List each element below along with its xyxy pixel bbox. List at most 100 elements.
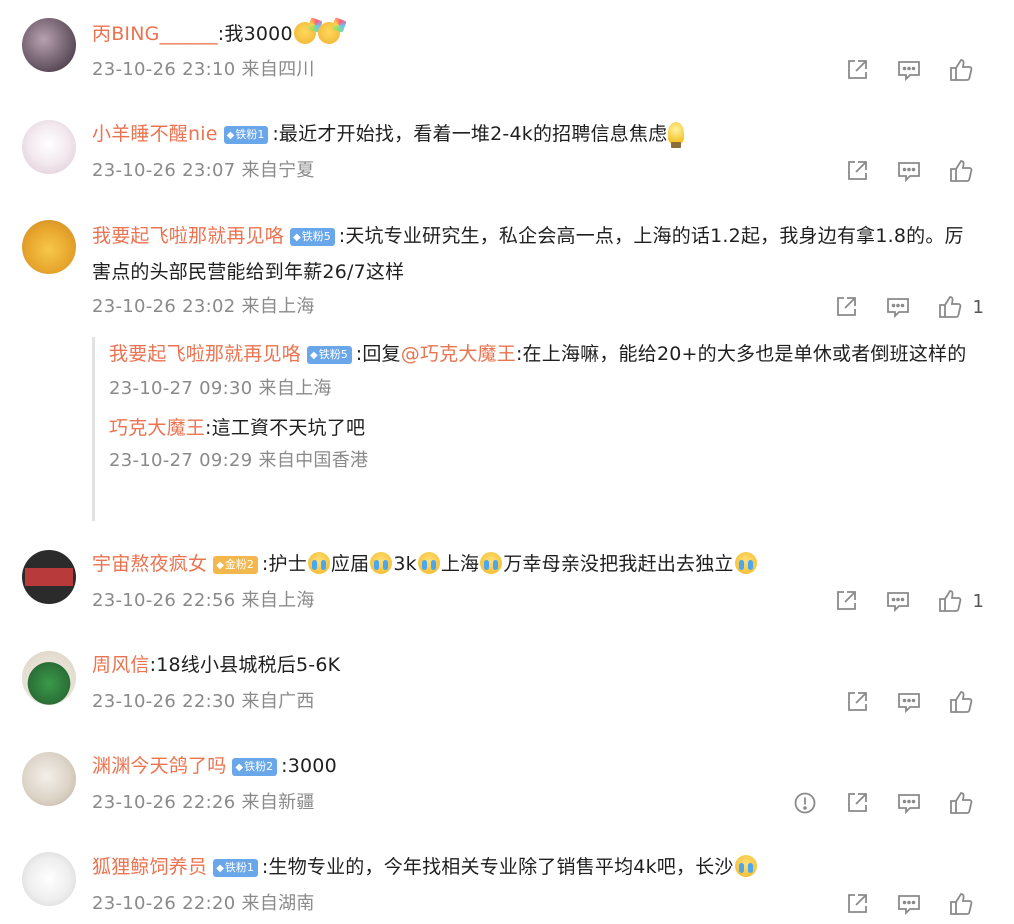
fan-badge[interactable]: ◆金粉2 xyxy=(213,556,258,574)
comment-button[interactable] xyxy=(896,689,922,715)
username[interactable]: 小羊睡不醒nie xyxy=(92,123,218,145)
timestamp: 23-10-26 22:56 xyxy=(92,590,236,611)
avatar[interactable] xyxy=(22,852,76,906)
like-button[interactable] xyxy=(948,689,984,715)
reply-text: 我要起飞啦那就再见咯 ◆铁粉5:回复@巧克大魔王:在上海嘛，能给20+的大多也是单… xyxy=(109,337,980,371)
like-count: 1 xyxy=(972,296,984,318)
reply-body: :這工資不天坑了吧 xyxy=(205,417,366,439)
comment-icon xyxy=(898,794,920,815)
avatar[interactable] xyxy=(22,651,76,705)
comment-meta: 23-10-26 22:30 来自广西 xyxy=(92,690,315,714)
username[interactable]: 渊渊今天鸽了吗 xyxy=(92,755,226,777)
avatar[interactable] xyxy=(22,220,76,274)
like-icon xyxy=(938,590,961,612)
timestamp: 23-10-26 22:20 xyxy=(92,893,236,914)
mention-link[interactable]: @巧克大魔王 xyxy=(401,343,516,365)
location: 来自宁夏 xyxy=(241,160,315,181)
comment-button[interactable] xyxy=(896,891,922,917)
comment-text: 宇宙熬夜疯女 ◆金粉2:护士 应届 3k 上海 万幸母亲没把我赶出去独立 xyxy=(92,546,980,582)
comment-meta: 23-10-26 23:07 来自宁夏 xyxy=(92,159,315,183)
like-button[interactable]: 1 xyxy=(937,294,984,320)
crying-emoji-icon xyxy=(734,552,757,574)
timestamp: 23-10-26 23:02 xyxy=(92,296,236,317)
username[interactable]: 宇宙熬夜疯女 xyxy=(92,553,207,575)
fan-badge[interactable]: ◆铁粉5 xyxy=(307,346,352,364)
like-icon xyxy=(950,792,973,814)
lightbulb-emoji-icon xyxy=(668,122,685,148)
comment-text: 小羊睡不醒nie ◆铁粉1:最近才开始找，看着一堆2-4k的招聘信息焦虑 xyxy=(92,116,980,152)
username[interactable]: 丙BING______ xyxy=(92,23,218,45)
like-icon xyxy=(950,691,973,713)
share-icon xyxy=(848,692,867,711)
location: 来自四川 xyxy=(241,59,315,80)
timestamp: 23-10-26 22:26 xyxy=(92,792,236,813)
like-button[interactable] xyxy=(948,158,984,184)
report-button[interactable] xyxy=(792,790,818,816)
comment-button[interactable] xyxy=(885,588,911,614)
timestamp: 23-10-26 23:07 xyxy=(92,160,236,181)
username[interactable]: 巧克大魔王 xyxy=(109,417,205,439)
share-button[interactable] xyxy=(844,57,870,83)
username[interactable]: 狐狸鲸饲养员 xyxy=(92,856,207,878)
share-icon xyxy=(848,161,867,180)
comment-text: 周风信:18线小县城税后5-6K xyxy=(92,647,980,683)
comment-button[interactable] xyxy=(896,57,922,83)
comment-icon xyxy=(898,693,920,714)
share-icon xyxy=(848,894,867,913)
username[interactable]: 周风信 xyxy=(92,654,150,676)
avatar[interactable] xyxy=(22,550,76,604)
share-button[interactable] xyxy=(844,158,870,184)
comment-button[interactable] xyxy=(896,158,922,184)
reply-thread: 我要起飞啦那就再见咯 ◆铁粉5:回复@巧克大魔王:在上海嘛，能给20+的大多也是单… xyxy=(92,337,980,521)
comment-list: 丙BING______:我3000 23-10-26 23:10 来自四川 小羊… xyxy=(0,0,1014,924)
share-button[interactable] xyxy=(833,294,859,320)
avatar[interactable] xyxy=(22,120,76,174)
comment-body: :3000 xyxy=(281,755,337,777)
comment-body: :18线小县城税后5-6K xyxy=(149,654,341,676)
comment-meta: 23-10-26 22:56 来自上海 xyxy=(92,589,315,613)
comment-icon xyxy=(886,592,909,613)
share-button[interactable] xyxy=(833,588,859,614)
like-button[interactable] xyxy=(948,891,984,917)
username[interactable]: 我要起飞啦那就再见咯 xyxy=(109,343,301,365)
like-count: 1 xyxy=(972,590,984,612)
timestamp: 23-10-27 09:29 xyxy=(109,450,253,471)
comment-text: 狐狸鲸饲养员 ◆铁粉1:生物专业的，今年找相关专业除了销售平均4k吧，长沙 xyxy=(92,849,980,885)
comment-body-part: 上海 xyxy=(440,553,480,575)
avatar[interactable] xyxy=(22,752,76,806)
share-button[interactable] xyxy=(844,689,870,715)
crying-emoji-icon xyxy=(370,552,393,574)
comment-body: :我3000 xyxy=(217,23,293,45)
reply-text: 巧克大魔王:這工資不天坑了吧 xyxy=(109,411,980,445)
comment-icon xyxy=(898,895,920,916)
timestamp: 23-10-27 09:30 xyxy=(109,378,253,399)
share-button[interactable] xyxy=(844,790,870,816)
comment-body-part: 应届 xyxy=(330,553,370,575)
crying-emoji-icon xyxy=(734,855,757,877)
crying-emoji-icon xyxy=(480,552,503,574)
fan-badge[interactable]: ◆铁粉5 xyxy=(290,228,335,246)
reply-meta: 23-10-27 09:29 来自中国香港 xyxy=(109,449,980,473)
fan-badge[interactable]: ◆铁粉1 xyxy=(223,126,269,144)
action-bar xyxy=(818,689,984,715)
like-icon xyxy=(950,160,973,182)
location: 来自上海 xyxy=(258,378,332,399)
like-button[interactable] xyxy=(948,57,984,83)
comment-body-part: :护士 xyxy=(261,553,307,575)
reply-meta: 23-10-27 09:30 来自上海 xyxy=(109,377,980,401)
reply-prefix: :回复 xyxy=(355,343,401,365)
comment-icon xyxy=(886,298,909,319)
comment-body: :生物专业的，今年找相关专业除了销售平均4k吧，长沙 xyxy=(261,856,734,878)
action-bar xyxy=(818,158,984,184)
fan-badge[interactable]: ◆铁粉1 xyxy=(213,859,258,877)
report-icon xyxy=(794,792,816,814)
like-button[interactable]: 1 xyxy=(937,588,984,614)
avatar[interactable] xyxy=(22,18,76,72)
party-emoji-icon xyxy=(317,22,340,44)
comment-button[interactable] xyxy=(896,790,922,816)
comment-button[interactable] xyxy=(885,294,911,320)
like-button[interactable] xyxy=(948,790,984,816)
share-button[interactable] xyxy=(844,891,870,917)
fan-badge[interactable]: ◆铁粉2 xyxy=(232,758,278,776)
username[interactable]: 我要起飞啦那就再见咯 xyxy=(92,225,284,247)
